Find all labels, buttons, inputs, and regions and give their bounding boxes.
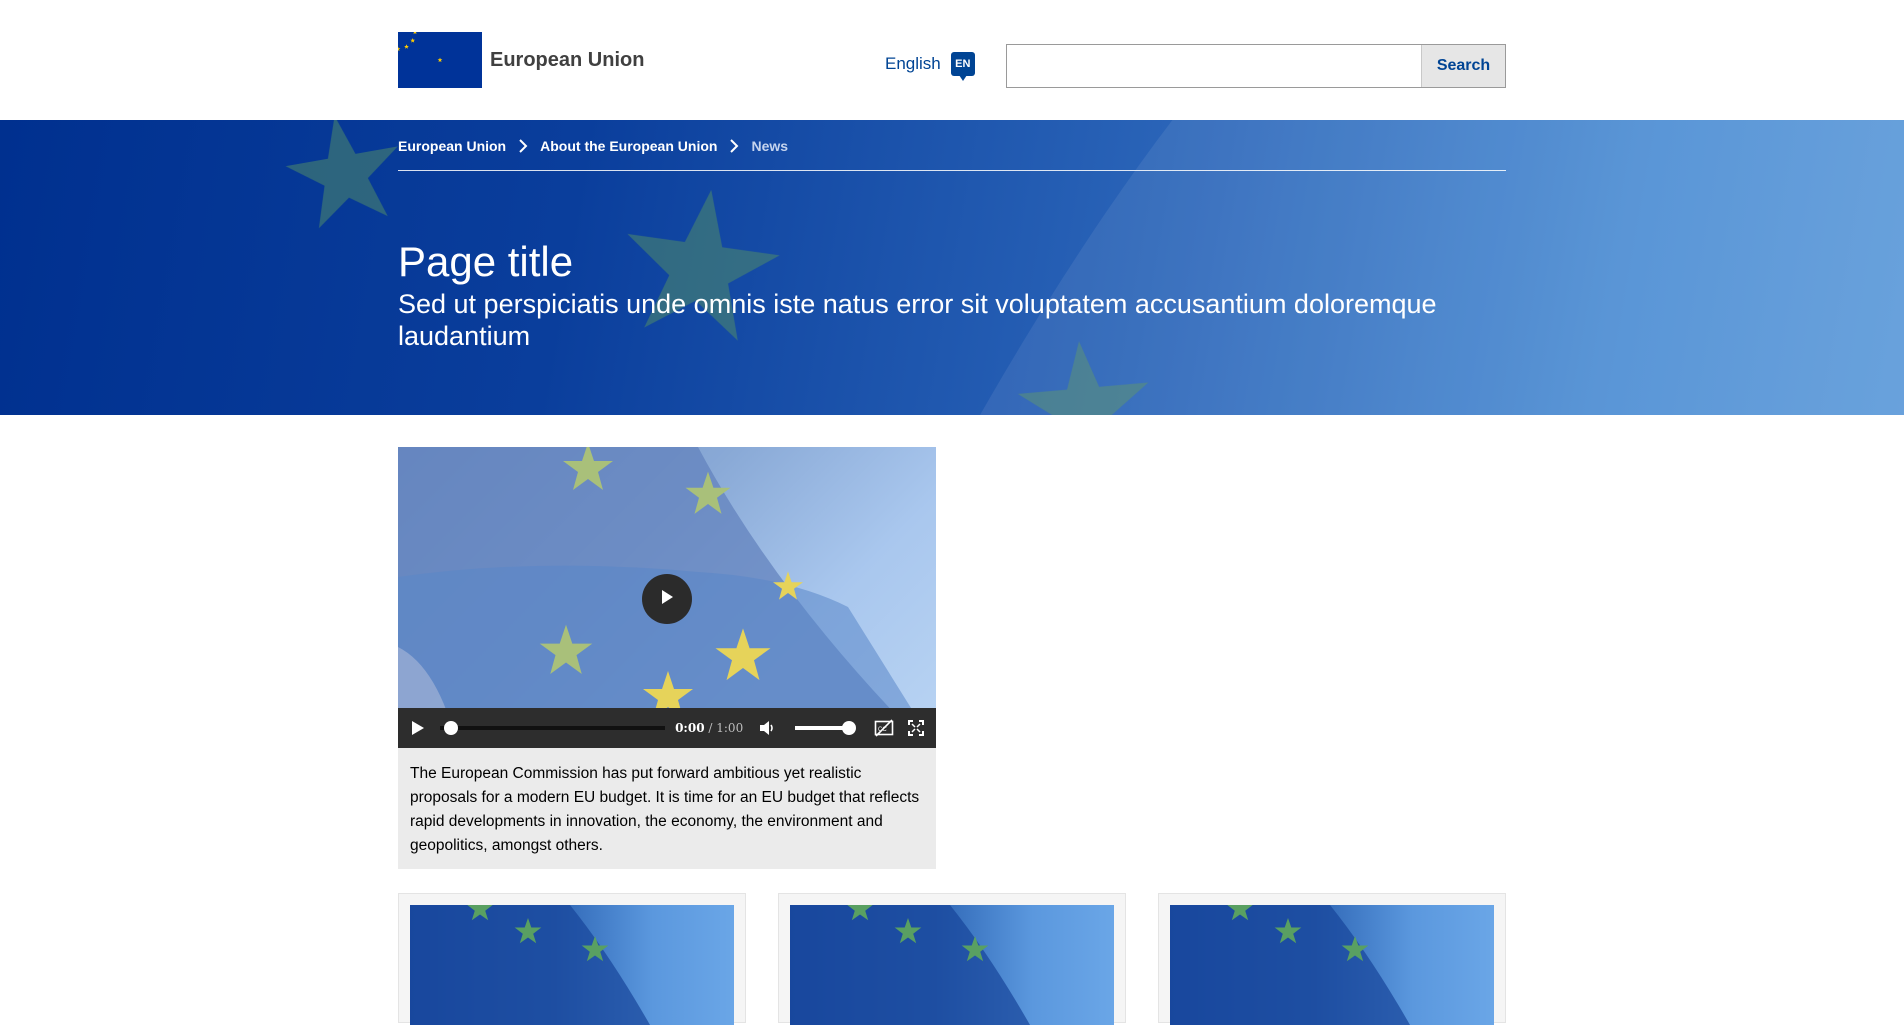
page-banner: European Union About the European Union … [0, 120, 1904, 415]
language-selector[interactable]: English EN [885, 52, 975, 81]
breadcrumb: European Union About the European Union … [398, 138, 1506, 171]
search-button[interactable]: Search [1421, 45, 1505, 87]
chevron-right-icon [518, 139, 528, 153]
news-card[interactable] [1158, 893, 1506, 1025]
video-controls: 0:00 / 1:00 CC [398, 708, 936, 748]
eu-logo[interactable]: European Union [398, 32, 644, 88]
logo-text: European Union [490, 48, 645, 71]
card-image [1170, 905, 1494, 1025]
volume-icon[interactable] [759, 720, 777, 736]
fullscreen-icon[interactable] [908, 720, 924, 736]
duration: 1:00 [716, 721, 744, 735]
play-overlay-button[interactable] [642, 574, 692, 624]
page-subtitle: Sed ut perspiciatis unde omnis iste natu… [398, 289, 1437, 351]
play-icon [659, 589, 675, 610]
captions-off-icon[interactable]: CC [874, 719, 894, 737]
svg-text:CC: CC [878, 727, 887, 733]
news-card[interactable] [778, 893, 1126, 1025]
video-caption: The European Commission has put forward … [398, 748, 936, 869]
time-separator: / [708, 721, 713, 735]
current-time: 0:00 [675, 721, 705, 735]
search-input[interactable] [1007, 45, 1421, 87]
volume-slider[interactable] [795, 721, 856, 735]
volume-thumb[interactable] [842, 721, 856, 735]
chevron-right-icon [729, 139, 739, 153]
time-display: 0:00 / 1:00 [675, 721, 743, 735]
page-title: Page title [398, 238, 574, 285]
progress-thumb[interactable] [444, 721, 458, 735]
breadcrumb-item-eu[interactable]: European Union [398, 138, 506, 154]
language-label: English [885, 54, 941, 73]
video-player[interactable]: 0:00 / 1:00 CC [398, 447, 936, 748]
language-badge-icon: EN [950, 52, 975, 81]
card-image [410, 905, 734, 1025]
progress-slider[interactable] [440, 721, 666, 735]
video-card: 0:00 / 1:00 CC The European Commission h… [398, 447, 936, 869]
breadcrumb-current: News [751, 138, 789, 154]
play-button[interactable] [410, 720, 426, 736]
card-image [790, 905, 1114, 1025]
news-card[interactable] [398, 893, 746, 1025]
breadcrumb-item-about[interactable]: About the European Union [540, 138, 717, 154]
search-form: Search [1006, 44, 1506, 88]
eu-flag-icon [398, 32, 482, 88]
site-header: European Union English EN Search [0, 0, 1904, 120]
